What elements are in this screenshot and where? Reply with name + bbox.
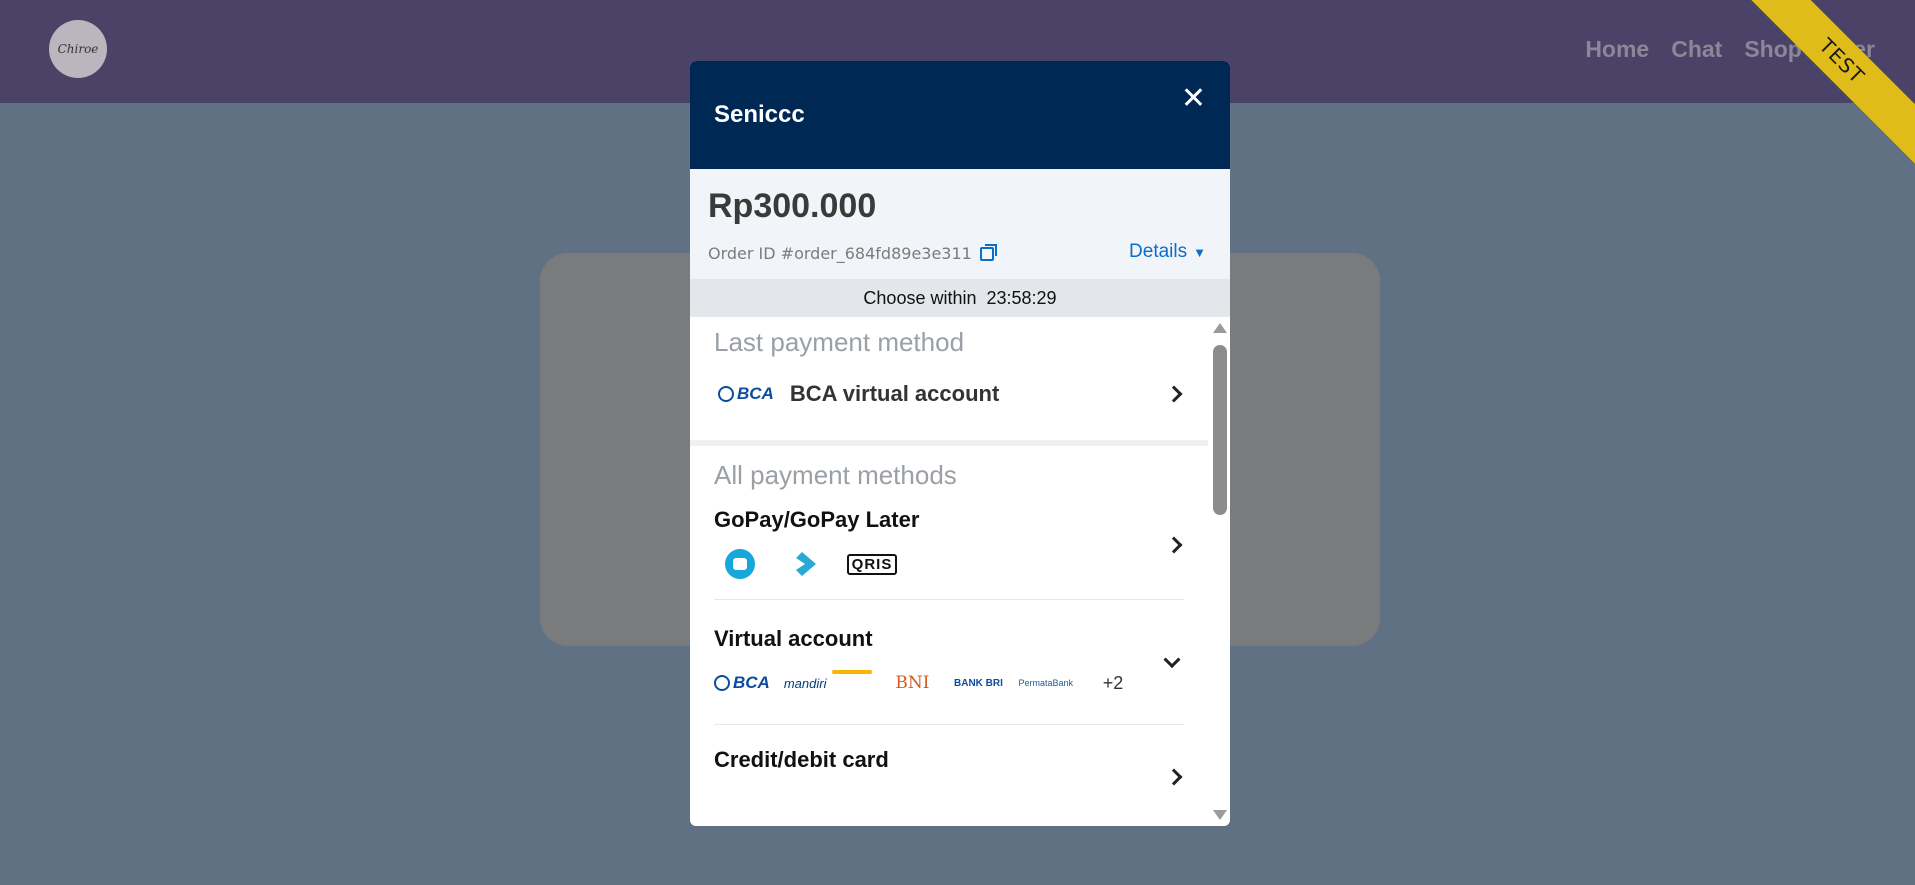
modal-header: Seniccc ✕	[690, 61, 1230, 169]
method-credit-card[interactable]: Credit/debit card	[714, 725, 1184, 799]
last-method-title: Last payment method	[714, 327, 965, 357]
scrollbar-thumb[interactable]	[1213, 345, 1227, 515]
method-virtual-account[interactable]: Virtual account BCA mandiri BNI BANK BRI…	[714, 600, 1184, 725]
method-gopay[interactable]: GoPay/GoPay Later QRIS	[714, 491, 1184, 600]
merchant-name: Seniccc	[714, 101, 805, 128]
gopay-logo	[714, 549, 766, 579]
bca-mark-icon	[714, 675, 730, 691]
method-title: GoPay/GoPay Later	[714, 507, 920, 532]
more-banks-count: +2	[1102, 672, 1124, 693]
bri-logo: BANK BRI	[954, 677, 1003, 689]
payment-modal: Seniccc ✕ Rp300.000 Order ID #order_684f…	[690, 61, 1230, 826]
bca-mark-icon	[718, 386, 734, 402]
timer-value: 23:58:29	[986, 287, 1057, 308]
order-id-text: Order ID #order_684fd89e3e311	[708, 244, 972, 263]
scroll-up-icon[interactable]	[1213, 323, 1227, 333]
va-logos: BCA mandiri BNI BANK BRI PermataBank +2	[714, 668, 1184, 698]
qris-logo: QRIS	[846, 549, 898, 579]
chevron-right-icon	[1165, 385, 1183, 403]
test-ribbon: TEST	[1715, 0, 1915, 200]
gopay-icon	[725, 549, 755, 579]
qris-logo-text: QRIS	[846, 553, 898, 575]
ribbon-label: TEST	[1731, 0, 1915, 172]
section-divider	[690, 440, 1208, 446]
chevron-down-icon	[1163, 651, 1181, 669]
payment-methods-list[interactable]: Last payment method BCA BCA virtual acco…	[690, 317, 1230, 826]
scroll-down-icon[interactable]	[1213, 810, 1227, 820]
timer-bar: Choose within 23:58:29	[690, 279, 1230, 317]
timer-label: Choose within	[863, 287, 977, 308]
last-method-row[interactable]: BCA BCA virtual account	[690, 358, 1208, 430]
logo-text: Chiroe	[57, 42, 99, 56]
last-method-label: BCA virtual account	[789, 381, 1000, 406]
site-logo[interactable]: Chiroe	[49, 20, 107, 78]
mandiri-logo: mandiri	[784, 668, 873, 698]
order-id: Order ID #order_684fd89e3e311	[708, 243, 997, 263]
details-label: Details	[1129, 241, 1188, 262]
permata-logo: PermataBank	[1018, 678, 1073, 688]
amount: Rp300.000	[708, 187, 877, 225]
close-icon[interactable]: ✕	[1181, 81, 1206, 116]
scrollbar[interactable]	[1208, 317, 1230, 826]
copy-icon[interactable]	[979, 243, 997, 261]
method-title: Credit/debit card	[714, 747, 889, 772]
all-methods-title: All payment methods	[714, 460, 957, 490]
caret-down-icon: ▼	[1193, 245, 1206, 260]
method-title: Virtual account	[714, 626, 873, 651]
bca-logo-text: BCA	[733, 673, 770, 692]
bca-logo: BCA	[714, 668, 770, 698]
bca-logo: BCA	[718, 384, 774, 404]
bca-logo-text: BCA	[737, 384, 774, 403]
amount-box: Rp300.000 Order ID #order_684fd89e3e311 …	[690, 169, 1230, 279]
nav-home[interactable]: Home	[1585, 36, 1649, 63]
bni-logo: BNI	[895, 673, 930, 693]
gopay-later-icon	[796, 552, 816, 576]
gopay-later-logo	[780, 549, 832, 579]
details-toggle[interactable]: Details ▼	[1129, 241, 1206, 263]
gopay-logos: QRIS	[714, 549, 1184, 579]
